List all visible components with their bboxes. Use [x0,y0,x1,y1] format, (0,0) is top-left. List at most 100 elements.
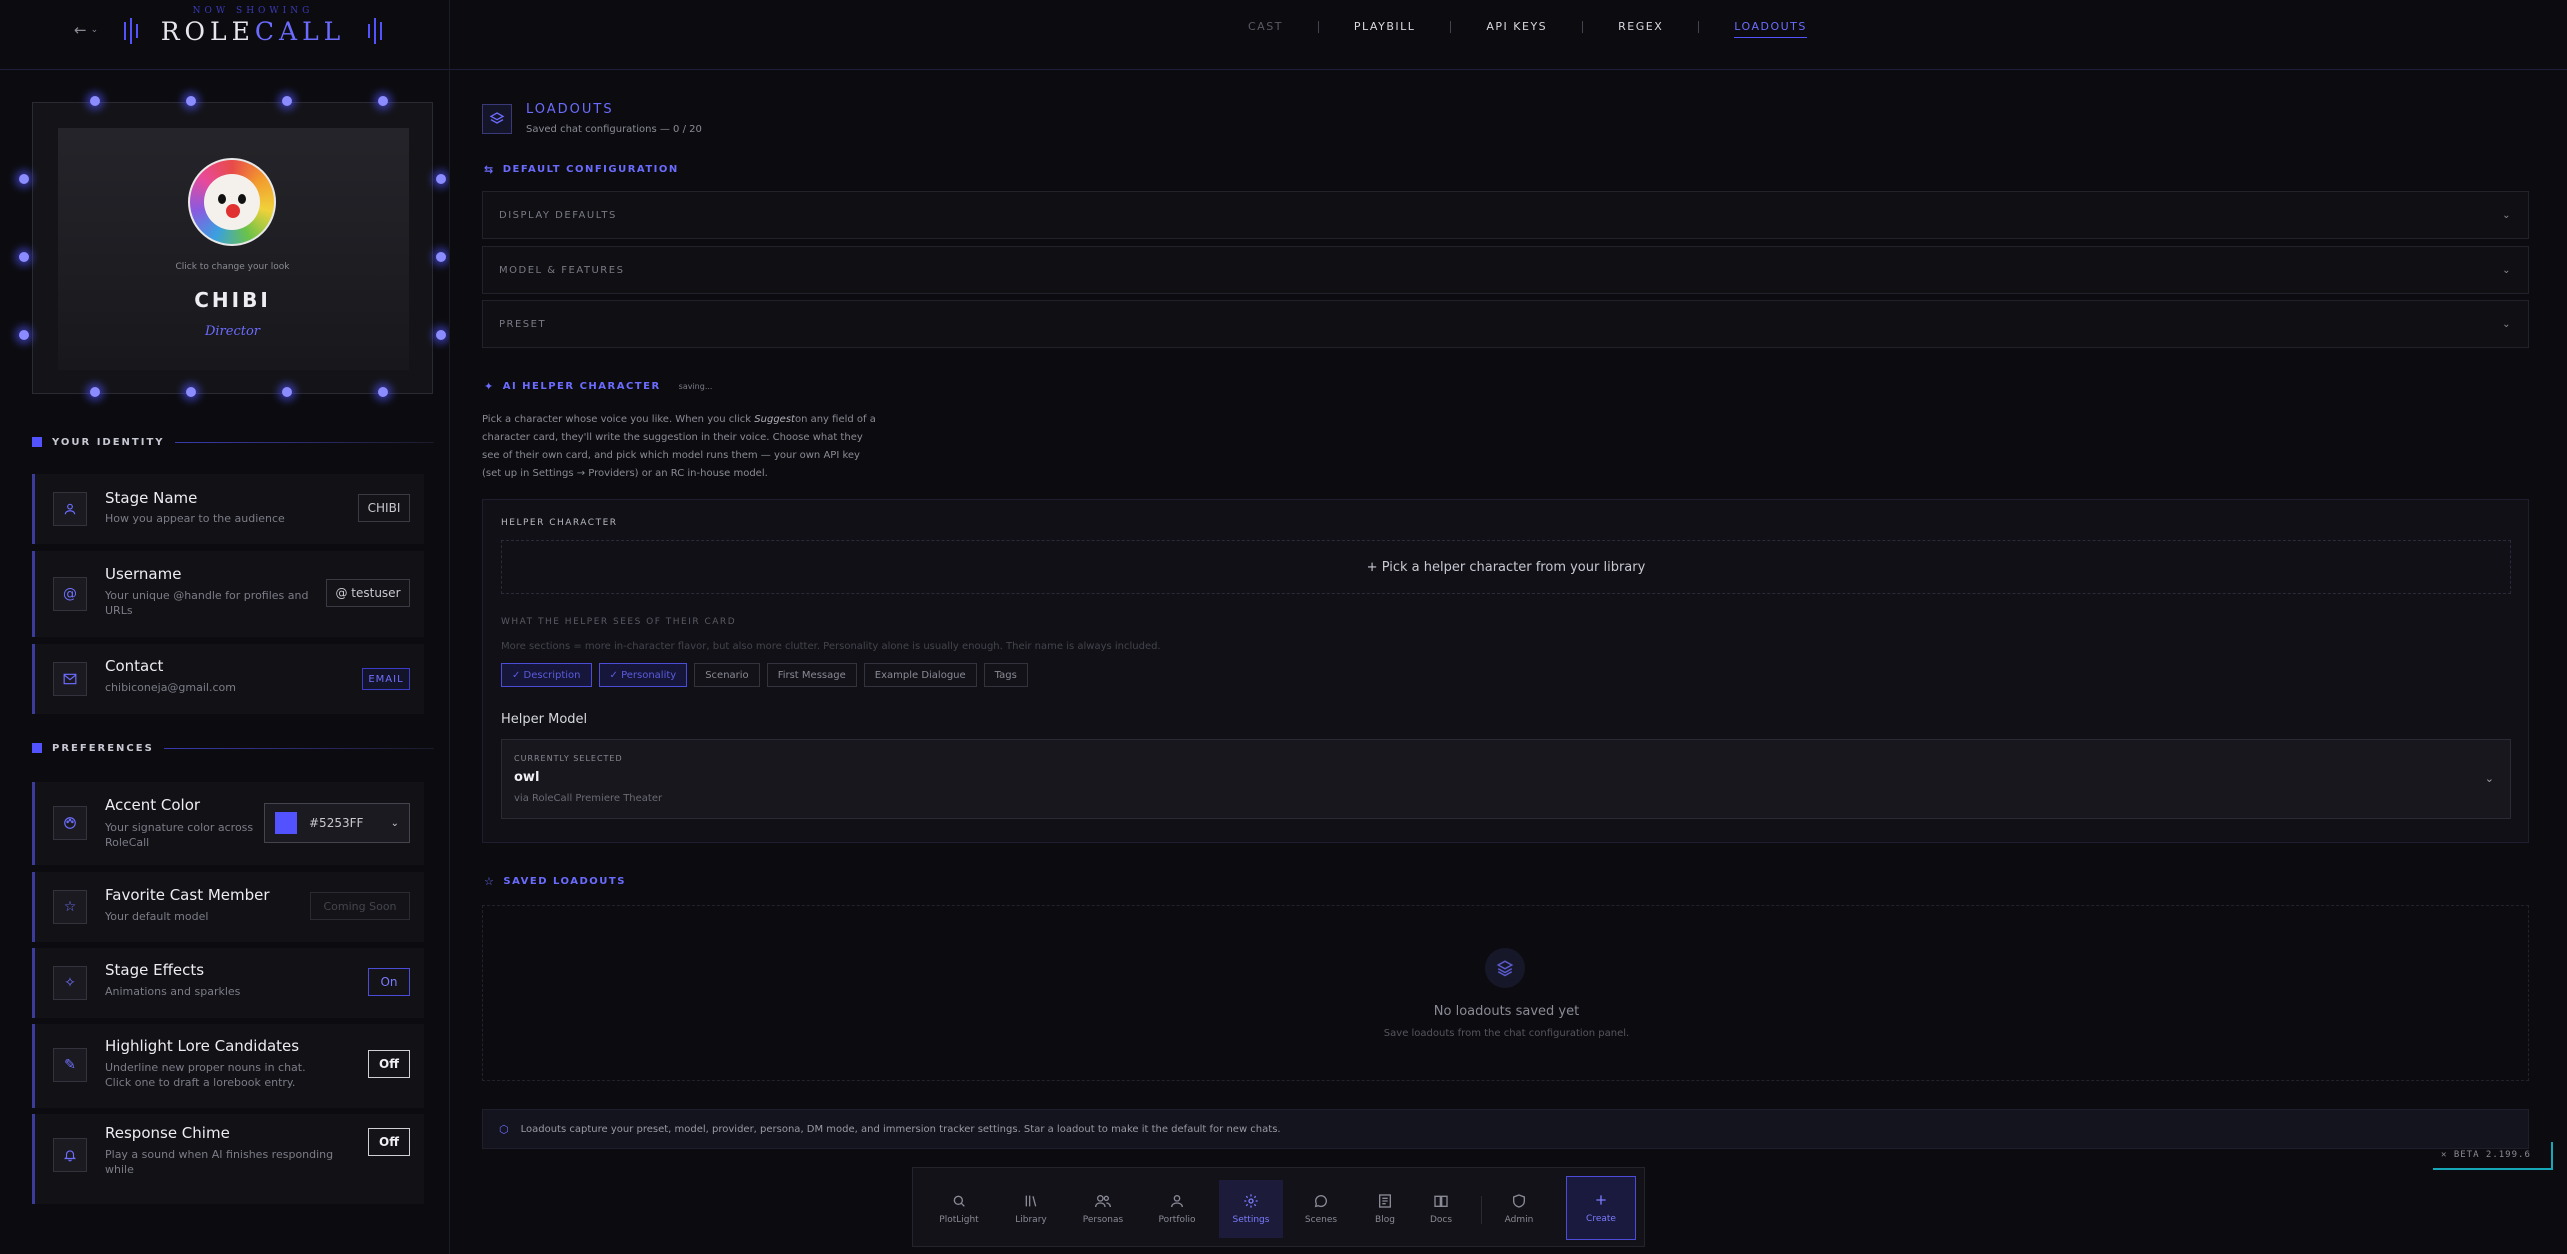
profile-name: CHIBI [194,288,271,312]
library-icon [1025,1195,1037,1207]
stage-effects-toggle[interactable]: On [368,968,410,996]
favorite-cast-row: ☆ Favorite Cast Member Your default mode… [32,872,424,942]
user-icon [1171,1195,1183,1208]
sparkle-icon: ✧ [53,966,87,1000]
helper-sees-note: More sections = more in-character flavor… [501,641,1161,652]
docs-icon [1434,1195,1448,1207]
nav-api-keys[interactable]: API KEYS [1486,20,1547,33]
palette-icon [53,806,87,840]
stage-name-field[interactable]: CHIBI [358,494,410,522]
chevron-down-icon: ⌄ [390,817,399,829]
chevron-down-icon: ⌄ [2484,772,2494,785]
username-row: @ Username Your unique @handle for profi… [32,551,424,637]
empty-subtitle: Save loadouts from the chat configuratio… [1383,1028,1630,1039]
chip-description[interactable]: ✓ Description [501,663,592,687]
brand-zone: ← ⌄ NOW SHOWING ROLECALL [0,0,450,70]
helper-model-select[interactable]: CURRENTLY SELECTED owl via RoleCall Prem… [501,739,2511,819]
pen-icon: ✎ [53,1048,87,1082]
identity-heading: YOUR IDENTITY [32,435,434,449]
saved-loadouts-heading: ☆ SAVED LOADOUTS [484,875,626,888]
helper-panel: HELPER CHARACTER + Pick a helper charact… [482,499,2529,843]
lore-row: ✎ Highlight Lore Candidates Underline ne… [32,1024,424,1108]
display-defaults-accordion[interactable]: DISPLAY DEFAULTS ⌄ [482,191,2529,239]
model-name: owl [514,770,540,785]
users-icon [1095,1195,1111,1208]
logo[interactable]: NOW SHOWING ROLECALL [124,4,382,50]
dock-blog[interactable]: Blog [1353,1180,1417,1238]
dock-create[interactable]: Create [1566,1176,1636,1240]
back-button[interactable]: ← ⌄ [74,20,110,40]
email-button[interactable]: EMAIL [362,668,410,690]
dock-admin[interactable]: Admin [1487,1180,1551,1238]
dock-settings[interactable]: Settings [1219,1180,1283,1238]
stage-name-title: Stage Name [105,489,198,507]
stage-effects-row: ✧ Stage Effects Animations and sparkles … [32,948,424,1018]
logo-tagline: NOW SHOWING [192,6,314,16]
dock-plotlight[interactable]: PlotLight [927,1180,991,1238]
avatar[interactable] [188,158,276,246]
color-swatch [275,812,297,834]
at-sign-icon: @ [53,577,87,611]
preset-accordion[interactable]: PRESET ⌄ [482,300,2529,348]
chip-first-message[interactable]: First Message [766,663,857,687]
chevron-down-icon: ⌄ [2502,318,2512,330]
profile-role: Director [204,324,261,339]
contact-email: chibiconeja@gmail.com [105,681,236,694]
chime-desc: Play a sound when AI finishes responding… [105,1148,334,1176]
default-config-heading: ⇆ DEFAULT CONFIGURATION [484,163,679,176]
nav-regex[interactable]: REGEX [1618,20,1663,33]
info-icon: ⬡ [499,1122,509,1136]
favorite-cast-select[interactable]: Coming Soon [310,892,410,920]
layers-icon [482,104,512,134]
dock-docs[interactable]: Docs [1409,1180,1473,1238]
chip-scenario[interactable]: Scenario [694,663,760,687]
accent-hex: #5253FF [309,816,364,830]
username-title: Username [105,565,182,583]
accent-title: Accent Color [105,796,201,814]
search-icon [953,1195,965,1207]
chime-row: Response Chime Play a sound when AI fini… [32,1114,424,1204]
chevron-down-icon: ⌄ [2502,264,2512,276]
wand-icon: ✦ [484,380,495,393]
star-icon: ☆ [53,890,87,924]
page-subtitle: Saved chat configurations — 0 / 20 [526,124,702,135]
dock-portfolio[interactable]: Portfolio [1145,1180,1209,1238]
chip-example-dialogue[interactable]: Example Dialogue [863,663,977,687]
plus-icon [1596,1195,1606,1205]
logo-bars-right [368,18,382,44]
chip-tags[interactable]: Tags [983,663,1028,687]
accent-color-row: Accent Color Your signature color across… [32,782,424,865]
sliders-icon: ⇆ [484,163,495,176]
nav-cast[interactable]: CAST [1248,20,1283,33]
arrow-left-icon: ← [74,21,87,39]
username-field[interactable]: @ testuser [326,579,410,607]
model-features-accordion[interactable]: MODEL & FEATURES ⌄ [482,246,2529,294]
blog-icon [1379,1194,1391,1208]
mail-icon [53,662,87,696]
bottom-dock: PlotLight Library Personas Portfolio Set… [912,1167,1645,1247]
saved-loadouts-empty: No loadouts saved yet Save loadouts from… [482,905,2529,1081]
nav-playbill[interactable]: PLAYBILL [1354,20,1415,33]
gear-icon [1244,1194,1258,1208]
ai-helper-heading: ✦ AI HELPER CHARACTER saving... [484,380,713,393]
chime-toggle[interactable]: Off [368,1128,410,1156]
chat-bubble-icon [1314,1195,1327,1208]
dock-personas[interactable]: Personas [1071,1180,1135,1238]
favorite-title: Favorite Cast Member [105,886,270,904]
chip-personality[interactable]: ✓ Personality [598,663,688,687]
page-title: LOADOUTS [526,102,614,117]
helper-character-label: HELPER CHARACTER [501,518,618,528]
favorite-desc: Your default model [105,910,209,923]
ai-helper-description: Pick a character whose voice you like. W… [482,414,876,479]
dock-library[interactable]: Library [999,1180,1063,1238]
dock-scenes[interactable]: Scenes [1289,1180,1353,1238]
beta-badge[interactable]: ✕ BETA 2.199.6 [2433,1142,2553,1170]
accent-color-picker[interactable]: #5253FF ⌄ [264,803,410,843]
lore-toggle[interactable]: Off [368,1050,410,1078]
pick-helper-button[interactable]: + Pick a helper character from your libr… [501,540,2511,594]
top-nav: CAST PLAYBILL API KEYS REGEX LOADOUTS [1248,20,1807,38]
top-bar: ← ⌄ NOW SHOWING ROLECALL CAST PLAYBILL A… [0,0,2567,70]
nav-loadouts[interactable]: LOADOUTS [1734,20,1807,38]
stage-name-desc: How you appear to the audience [105,512,285,525]
stage-name-row: Stage Name How you appear to the audienc… [32,474,424,544]
